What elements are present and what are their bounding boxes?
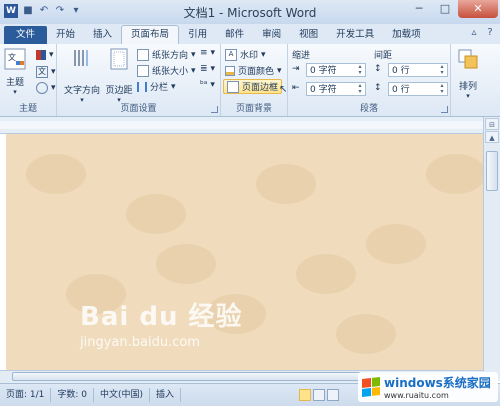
arrange-button[interactable]: 排列 ▾ bbox=[457, 48, 479, 100]
orientation-icon bbox=[137, 48, 149, 61]
group-label-page-setup: 页面设置 bbox=[120, 104, 157, 114]
group-page-setup: 文字方向 ▾ 页边距 ▾ 纸张方向 ▾ 纸张大小 ▾ 分栏 ▾ ≡ ▾ ≣ ▾ ᵇᵃ ▾ 页… bbox=[57, 44, 221, 116]
group-label-paragraph: 段落 bbox=[359, 104, 378, 114]
page-borders-icon bbox=[227, 80, 239, 93]
indent-right-icon: ⇤ bbox=[292, 83, 300, 93]
tab-addins[interactable]: 加载项 bbox=[383, 26, 430, 44]
tab-mailings[interactable]: 邮件 bbox=[216, 26, 253, 44]
hyphenation-icon: ᵇᵃ bbox=[200, 80, 208, 90]
scroll-up-button[interactable]: ▲ bbox=[485, 131, 499, 143]
hyphenation-button[interactable]: ᵇᵃ ▾ bbox=[200, 80, 215, 90]
text-direction-button[interactable]: 文字方向 ▾ bbox=[63, 48, 101, 104]
tab-review[interactable]: 审阅 bbox=[253, 26, 290, 44]
theme-colors-icon bbox=[36, 50, 46, 60]
indent-title: 缩进 bbox=[292, 51, 311, 61]
web-layout-icon[interactable] bbox=[327, 389, 340, 401]
vertical-scrollbar[interactable]: ⊟ ▲ bbox=[483, 117, 500, 381]
paragraph-launcher[interactable] bbox=[441, 106, 448, 113]
breaks-button[interactable]: ≡ ▾ bbox=[200, 48, 215, 58]
horizontal-ruler bbox=[0, 117, 484, 134]
help-icon[interactable]: ? bbox=[484, 27, 496, 39]
group-page-background: A 水印 ▾ 页面颜色 ▾ 页面边框 ↖ 页面背景 bbox=[221, 44, 288, 116]
maximize-button[interactable]: □ bbox=[432, 0, 458, 18]
tab-view[interactable]: 视图 bbox=[290, 26, 327, 44]
close-button[interactable]: ✕ bbox=[458, 0, 498, 18]
breaks-icon: ≡ bbox=[200, 48, 208, 58]
ribbon-tabs: 文件 开始 插入 页面布局 引用 邮件 审阅 视图 开发工具 加载项 ▵ ? bbox=[0, 24, 500, 44]
margins-button[interactable]: 页边距 ▾ bbox=[103, 48, 135, 104]
document-page[interactable] bbox=[6, 134, 483, 370]
status-page[interactable]: 页面: 1/1 bbox=[0, 388, 52, 402]
title-bar: W ■ ↶ ↷ ▾ 文档1 - Microsoft Word ─ □ ✕ bbox=[0, 0, 500, 25]
watermark-icon: A bbox=[225, 48, 237, 61]
indent-right-field[interactable]: 0 字符 ▴ ▾ bbox=[306, 82, 366, 96]
watermark-button[interactable]: A 水印 ▾ bbox=[225, 48, 266, 61]
ruler-toggle-icon[interactable]: ⊟ bbox=[485, 118, 499, 130]
themes-icon: 文 bbox=[4, 48, 26, 70]
baidu-watermark: Bai du 经验 jingyan.baidu.com bbox=[80, 296, 243, 350]
theme-fonts-icon: 文 bbox=[36, 66, 48, 78]
size-icon bbox=[137, 64, 149, 77]
watermark-line1: Bai du 经验 bbox=[80, 302, 243, 332]
group-label-themes: 主题 bbox=[18, 104, 37, 114]
print-layout-icon[interactable] bbox=[299, 389, 312, 401]
windows-logo-icon bbox=[362, 377, 380, 397]
mouse-cursor-icon: ↖ bbox=[279, 84, 288, 95]
size-button[interactable]: 纸张大小 ▾ bbox=[137, 64, 196, 77]
group-paragraph: 缩进 间距 ⇥ 0 字符 ▴ ▾ ⇤ 0 字符 ▴ ▾ ↕ 0 行 ▴ ▾ ↕ 0 行 ▴ ▾ … bbox=[288, 44, 451, 116]
columns-button[interactable]: 分栏 ▾ bbox=[137, 80, 176, 93]
margins-icon bbox=[110, 48, 128, 70]
orientation-button[interactable]: 纸张方向 ▾ bbox=[137, 48, 196, 61]
collapse-ribbon-icon[interactable]: ▵ bbox=[468, 27, 480, 39]
tab-insert[interactable]: 插入 bbox=[84, 26, 121, 44]
group-themes: 文 主题 ▾ ▾ 文 ▾ ▾ 主题 bbox=[0, 44, 57, 116]
themes-button[interactable]: 文 主题 ▾ bbox=[4, 48, 26, 96]
badge-title: windows系统家园 bbox=[384, 376, 491, 390]
spacing-title: 间距 bbox=[374, 51, 393, 61]
status-language[interactable]: 中文(中国) bbox=[94, 388, 151, 402]
minimize-button[interactable]: ─ bbox=[406, 0, 432, 18]
vertical-scroll-thumb[interactable] bbox=[486, 151, 498, 191]
theme-effects-button[interactable]: ▾ bbox=[36, 82, 56, 94]
watermark-line2: jingyan.baidu.com bbox=[80, 335, 200, 350]
tab-home[interactable]: 开始 bbox=[47, 26, 84, 44]
space-before-icon: ↕ bbox=[374, 64, 382, 74]
arrange-icon bbox=[458, 49, 478, 69]
line-numbers-button[interactable]: ≣ ▾ bbox=[200, 64, 215, 74]
theme-fonts-button[interactable]: 文 ▾ bbox=[36, 66, 56, 78]
status-word-count[interactable]: 字数: 0 bbox=[51, 388, 95, 402]
indent-left-field[interactable]: 0 字符 ▴ ▾ bbox=[306, 63, 366, 77]
theme-effects-icon bbox=[36, 82, 48, 94]
tab-file[interactable]: 文件 bbox=[4, 26, 48, 44]
ribbon: 文 主题 ▾ ▾ 文 ▾ ▾ 主题 文字方向 ▾ 页边距 ▾ 纸张方向 ▾ 纸张… bbox=[0, 44, 500, 117]
svg-text:文: 文 bbox=[8, 52, 16, 62]
full-screen-reading-icon[interactable] bbox=[313, 389, 326, 401]
tab-references[interactable]: 引用 bbox=[179, 26, 216, 44]
page-color-icon bbox=[225, 65, 235, 76]
columns-icon bbox=[137, 81, 147, 92]
page-borders-button[interactable]: 页面边框 bbox=[223, 79, 283, 94]
tab-page-layout[interactable]: 页面布局 bbox=[121, 25, 180, 44]
page-setup-launcher[interactable] bbox=[211, 106, 218, 113]
page-color-button[interactable]: 页面颜色 ▾ bbox=[225, 64, 282, 77]
group-label-page-background: 页面背景 bbox=[235, 104, 272, 114]
space-before-field[interactable]: 0 行 ▴ ▾ bbox=[388, 63, 448, 77]
badge-url: www.ruaitu.com bbox=[384, 391, 449, 400]
line-numbers-icon: ≣ bbox=[200, 64, 208, 74]
view-buttons bbox=[299, 389, 340, 401]
text-direction-icon bbox=[74, 50, 88, 66]
space-after-field[interactable]: 0 行 ▴ ▾ bbox=[388, 82, 448, 96]
space-after-icon: ↕ bbox=[374, 83, 382, 93]
theme-colors-button[interactable]: ▾ bbox=[36, 50, 54, 60]
status-insert-mode[interactable]: 插入 bbox=[150, 388, 182, 402]
indent-left-icon: ⇥ bbox=[292, 64, 300, 74]
tab-developer[interactable]: 开发工具 bbox=[327, 26, 383, 44]
group-arrange: 排列 ▾ bbox=[451, 44, 487, 116]
windows-site-badge: windows系统家园 www.ruaitu.com bbox=[358, 372, 498, 402]
